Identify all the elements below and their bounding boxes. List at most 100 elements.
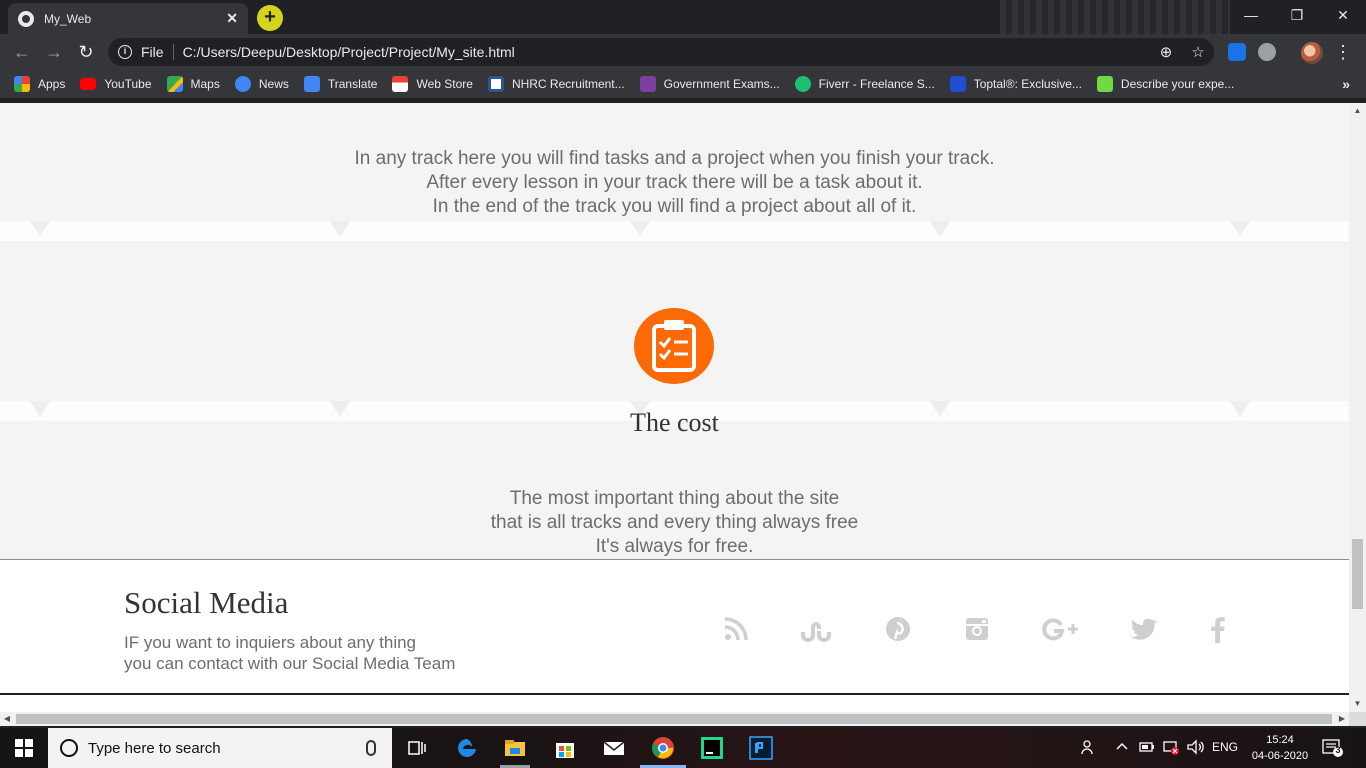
horizontal-scroll-thumb[interactable] bbox=[16, 714, 1332, 724]
bookmark-translate[interactable]: Translate bbox=[303, 76, 377, 92]
page-viewport: In any track here you will find tasks an… bbox=[0, 103, 1349, 712]
fiverr-icon bbox=[794, 76, 811, 92]
language-indicator[interactable]: ENG bbox=[1212, 740, 1238, 754]
windows-taskbar: Type here to search ENG 15:24 04-06-2020… bbox=[0, 728, 1366, 768]
notification-count: 3 bbox=[1335, 745, 1341, 755]
stumbleupon-icon[interactable] bbox=[799, 612, 833, 646]
bookmarks-more-button[interactable]: » bbox=[1342, 76, 1350, 92]
reload-button[interactable]: ↻ bbox=[74, 40, 98, 64]
bookmark-toptal[interactable]: Toptal®: Exclusive... bbox=[949, 76, 1082, 92]
people-icon[interactable] bbox=[1080, 738, 1098, 759]
apps-grid-icon bbox=[14, 76, 30, 92]
zoom-icon[interactable]: ⊕ bbox=[1150, 43, 1182, 61]
mail-icon[interactable] bbox=[602, 736, 626, 760]
social-media-footer: Social Media IF you want to inquiers abo… bbox=[0, 559, 1349, 712]
bookmark-label: Government Exams... bbox=[663, 77, 780, 91]
menu-kebab-icon[interactable]: ⋮ bbox=[1334, 40, 1352, 64]
google-plus-icon[interactable] bbox=[1041, 612, 1079, 646]
minimize-button[interactable]: — bbox=[1228, 0, 1274, 30]
profile-avatar[interactable] bbox=[1301, 42, 1323, 64]
vertical-scrollbar[interactable]: ▲ ▼ bbox=[1349, 103, 1366, 712]
tab-title: My_Web bbox=[44, 11, 92, 26]
bookmark-label: NHRC Recruitment... bbox=[511, 77, 625, 91]
bookmark-youtube[interactable]: YouTube bbox=[80, 77, 152, 91]
site-info-icon[interactable]: i bbox=[118, 45, 132, 59]
taskbar-clock[interactable]: 15:24 04-06-2020 bbox=[1250, 732, 1310, 764]
restore-button[interactable]: ❐ bbox=[1274, 0, 1320, 30]
browser-tab[interactable]: My_Web ✕ bbox=[8, 3, 248, 34]
bookmark-maps[interactable]: Maps bbox=[166, 76, 220, 92]
social-media-description: IF you want to inquiers about any thing … bbox=[124, 632, 544, 674]
scroll-left-arrow[interactable]: ◀ bbox=[0, 712, 14, 726]
bookmark-upwork[interactable]: Describe your expe... bbox=[1096, 76, 1235, 92]
bookmark-label: Fiverr - Freelance S... bbox=[818, 77, 935, 91]
bookmark-news[interactable]: News bbox=[234, 76, 289, 92]
pycharm-icon[interactable] bbox=[700, 736, 724, 760]
extension-icon-2[interactable] bbox=[1258, 43, 1276, 61]
exams-icon bbox=[639, 76, 656, 92]
tab-close-button[interactable]: ✕ bbox=[226, 10, 238, 27]
bookmark-label: Apps bbox=[38, 77, 66, 91]
bookmarks-bar: Apps YouTube Maps News Translate Web Sto… bbox=[0, 70, 1366, 98]
scroll-down-arrow[interactable]: ▼ bbox=[1349, 696, 1366, 712]
translate-icon bbox=[303, 76, 320, 92]
clipboard-checklist-icon bbox=[634, 308, 714, 384]
scroll-right-arrow[interactable]: ▶ bbox=[1335, 712, 1349, 726]
scrollbar-corner bbox=[1349, 712, 1366, 726]
vertical-scroll-thumb[interactable] bbox=[1352, 539, 1363, 609]
cost-line-3: It's always for free. bbox=[595, 536, 754, 557]
browser-toolbar: ← → ↻ i File C:/Users/Deepu/Desktop/Proj… bbox=[0, 34, 1366, 70]
edge-icon[interactable] bbox=[455, 736, 479, 760]
decorative-band-top bbox=[0, 221, 1349, 241]
forward-button[interactable]: → bbox=[42, 40, 66, 64]
bookmark-label: Describe your expe... bbox=[1120, 77, 1235, 91]
store-icon[interactable] bbox=[553, 736, 577, 760]
windows-logo-icon bbox=[15, 739, 33, 757]
volume-icon[interactable] bbox=[1186, 738, 1206, 759]
network-disconnected-icon[interactable] bbox=[1162, 738, 1180, 759]
upwork-icon bbox=[1096, 76, 1113, 92]
clock-date: 04-06-2020 bbox=[1251, 750, 1309, 762]
search-placeholder: Type here to search bbox=[88, 739, 221, 757]
instagram-icon[interactable] bbox=[960, 612, 994, 646]
chevron-up-icon[interactable] bbox=[1115, 738, 1129, 759]
back-button[interactable]: ← bbox=[10, 40, 34, 64]
maps-icon bbox=[166, 76, 183, 92]
photoshop-icon[interactable] bbox=[749, 736, 773, 760]
facebook-icon[interactable] bbox=[1201, 612, 1235, 646]
file-explorer-icon[interactable] bbox=[503, 736, 527, 760]
bookmark-government-exams[interactable]: Government Exams... bbox=[639, 76, 780, 92]
social-media-line-1: IF you want to inquiers about any thing bbox=[124, 633, 417, 652]
scroll-up-arrow[interactable]: ▲ bbox=[1349, 103, 1366, 119]
start-button[interactable] bbox=[0, 728, 48, 768]
bookmark-star-icon[interactable]: ☆ bbox=[1182, 43, 1214, 61]
bookmark-apps[interactable]: Apps bbox=[14, 76, 65, 92]
address-bar[interactable]: i File C:/Users/Deepu/Desktop/Project/Pr… bbox=[108, 38, 1214, 66]
tracks-line-1: In any track here you will find tasks an… bbox=[354, 148, 995, 169]
bookmark-label: Web Store bbox=[416, 77, 473, 91]
taskbar-search-box[interactable]: Type here to search bbox=[48, 728, 392, 768]
pinterest-icon[interactable] bbox=[881, 612, 915, 646]
bookmark-web-store[interactable]: Web Store bbox=[392, 76, 473, 92]
twitter-icon[interactable] bbox=[1127, 612, 1161, 646]
task-view-icon[interactable] bbox=[405, 736, 429, 760]
globe-icon bbox=[18, 10, 34, 27]
toptal-icon bbox=[949, 76, 966, 92]
chrome-icon[interactable] bbox=[651, 736, 675, 760]
horizontal-scrollbar[interactable]: ◀ ▶ bbox=[0, 712, 1349, 726]
webstore-icon bbox=[392, 76, 409, 92]
bookmark-nhrc[interactable]: NHRC Recruitment... bbox=[487, 76, 625, 92]
action-center-icon[interactable]: 3 bbox=[1322, 738, 1344, 758]
bookmark-fiverr[interactable]: Fiverr - Freelance S... bbox=[794, 76, 935, 92]
new-tab-button[interactable]: + bbox=[257, 5, 283, 31]
bookmark-label: YouTube bbox=[104, 77, 152, 91]
social-media-title: Social Media bbox=[124, 585, 289, 620]
battery-icon[interactable] bbox=[1138, 738, 1156, 759]
bookmark-label: Maps bbox=[190, 77, 220, 91]
microphone-icon[interactable] bbox=[366, 740, 376, 756]
rss-icon[interactable] bbox=[719, 612, 753, 646]
url-text[interactable]: C:/Users/Deepu/Desktop/Project/Project/M… bbox=[183, 44, 1150, 60]
close-window-button[interactable]: ✕ bbox=[1320, 0, 1366, 30]
cost-line-1: The most important thing about the site bbox=[509, 488, 840, 509]
extension-icon-1[interactable] bbox=[1228, 43, 1246, 61]
